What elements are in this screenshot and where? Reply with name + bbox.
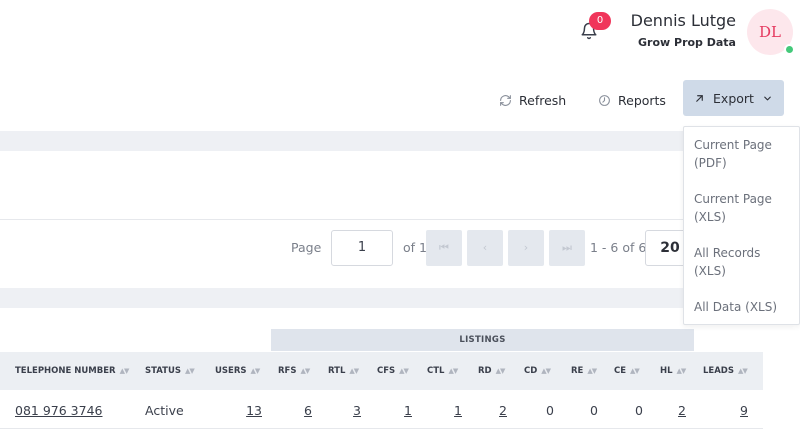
page-number-input[interactable]: 1 (331, 230, 393, 266)
refresh-label: Refresh (519, 92, 567, 108)
sort-icon: ▲▼ (448, 367, 458, 375)
first-page-button[interactable]: ⏮ (426, 230, 462, 266)
record-range: 1 - 6 of 6 (590, 240, 647, 255)
sort-icon: ▲▼ (399, 367, 409, 375)
export-button[interactable]: Export (683, 80, 784, 116)
sort-icon: ▲▼ (119, 367, 130, 375)
re-count: 0 (590, 403, 598, 418)
arrow-up-right-icon (696, 94, 703, 102)
column-header[interactable]: USERS ▲▼ (215, 366, 261, 376)
sort-icon: ▲▼ (495, 367, 506, 375)
refresh-button[interactable]: Refresh (499, 91, 566, 109)
sort-icon: ▲▼ (587, 367, 597, 375)
leads-count-link[interactable]: 9 (718, 403, 748, 418)
telephone-number-link[interactable]: 081 976 3746 (15, 403, 102, 418)
rd-count-link[interactable]: 2 (477, 403, 507, 418)
filter-panel: Page 1 of 1 ⏮ ‹ › ⏭ 1 - 6 of 6 20 (0, 151, 800, 288)
column-header[interactable]: RTL ▲▼ (328, 366, 359, 376)
listings-group-header: LISTINGS (271, 329, 694, 351)
refresh-icon (500, 94, 511, 106)
column-header[interactable]: RFS ▲▼ (278, 366, 310, 376)
export-dropdown-menu: Current Page (PDF) Current Page (XLS) Al… (683, 126, 800, 325)
reports-label: Reports (618, 92, 666, 108)
column-header[interactable]: LEADS ▲▼ (703, 366, 748, 376)
next-page-button[interactable]: › (508, 230, 544, 266)
hl-count-link[interactable]: 2 (656, 403, 686, 418)
export-all-records-xls[interactable]: All Records (XLS) (694, 244, 794, 280)
users-count-link[interactable]: 13 (232, 403, 262, 418)
chevron-down-icon (764, 96, 771, 100)
column-header[interactable]: STATUS ▲▼ (145, 366, 195, 376)
organization-name: Grow Prop Data (638, 36, 736, 49)
column-header[interactable]: TELEPHONE NUMBER ▲▼ (15, 366, 130, 376)
online-status-dot (784, 44, 795, 55)
export-current-page-xls[interactable]: Current Page (XLS) (694, 190, 794, 226)
export-all-data-xls[interactable]: All Data (XLS) (694, 298, 794, 316)
column-header[interactable]: HL ▲▼ (660, 366, 687, 376)
sort-icon: ▲▼ (737, 367, 748, 375)
sort-icon: ▲▼ (630, 367, 640, 375)
page-count-label: of 1 (403, 240, 427, 255)
export-label: Export (713, 90, 754, 106)
user-name: Dennis Lutge (630, 11, 736, 30)
reports-button[interactable]: Reports (598, 91, 666, 109)
divider (0, 219, 800, 220)
page-label: Page (291, 240, 322, 255)
column-header[interactable]: CD ▲▼ (524, 366, 551, 376)
column-header[interactable]: CE ▲▼ (614, 366, 640, 376)
sort-icon: ▲▼ (185, 367, 195, 375)
top-bar: 0 Dennis Lutge Grow Prop Data DL (0, 0, 800, 65)
column-header[interactable]: CTL ▲▼ (427, 366, 458, 376)
sort-icon: ▲▼ (349, 367, 359, 375)
rtl-count-link[interactable]: 3 (331, 403, 361, 418)
last-page-button[interactable]: ⏭ (549, 230, 585, 266)
sort-icon: ▲▼ (250, 367, 261, 375)
status-cell: Active (145, 403, 184, 418)
sort-icon: ▲▼ (676, 367, 687, 375)
notification-badge: 0 (589, 12, 611, 30)
column-header[interactable]: CFS ▲▼ (377, 366, 409, 376)
table-row: 081 976 3746 Active 13 6 3 1 1 2 0 0 0 2… (0, 390, 763, 429)
column-header[interactable]: RD ▲▼ (478, 366, 506, 376)
cfs-count-link[interactable]: 1 (382, 403, 412, 418)
cd-count: 0 (546, 403, 554, 418)
sort-icon: ▲▼ (300, 367, 310, 375)
table-panel: LISTINGS TELEPHONE NUMBER ▲▼ STATUS ▲▼ USE… (0, 308, 800, 429)
clock-icon (599, 94, 610, 106)
export-current-page-pdf[interactable]: Current Page (PDF) (694, 136, 794, 172)
column-header[interactable]: RE ▲▼ (571, 366, 597, 376)
sort-icon: ▲▼ (541, 367, 551, 375)
ctl-count-link[interactable]: 1 (432, 403, 462, 418)
toolbar: Refresh Reports Export (0, 65, 800, 131)
ce-count: 0 (635, 403, 643, 418)
table-header-row: TELEPHONE NUMBER ▲▼ STATUS ▲▼ USERS ▲▼ RFS ▲… (0, 352, 763, 390)
previous-page-button[interactable]: ‹ (467, 230, 503, 266)
rfs-count-link[interactable]: 6 (282, 403, 312, 418)
